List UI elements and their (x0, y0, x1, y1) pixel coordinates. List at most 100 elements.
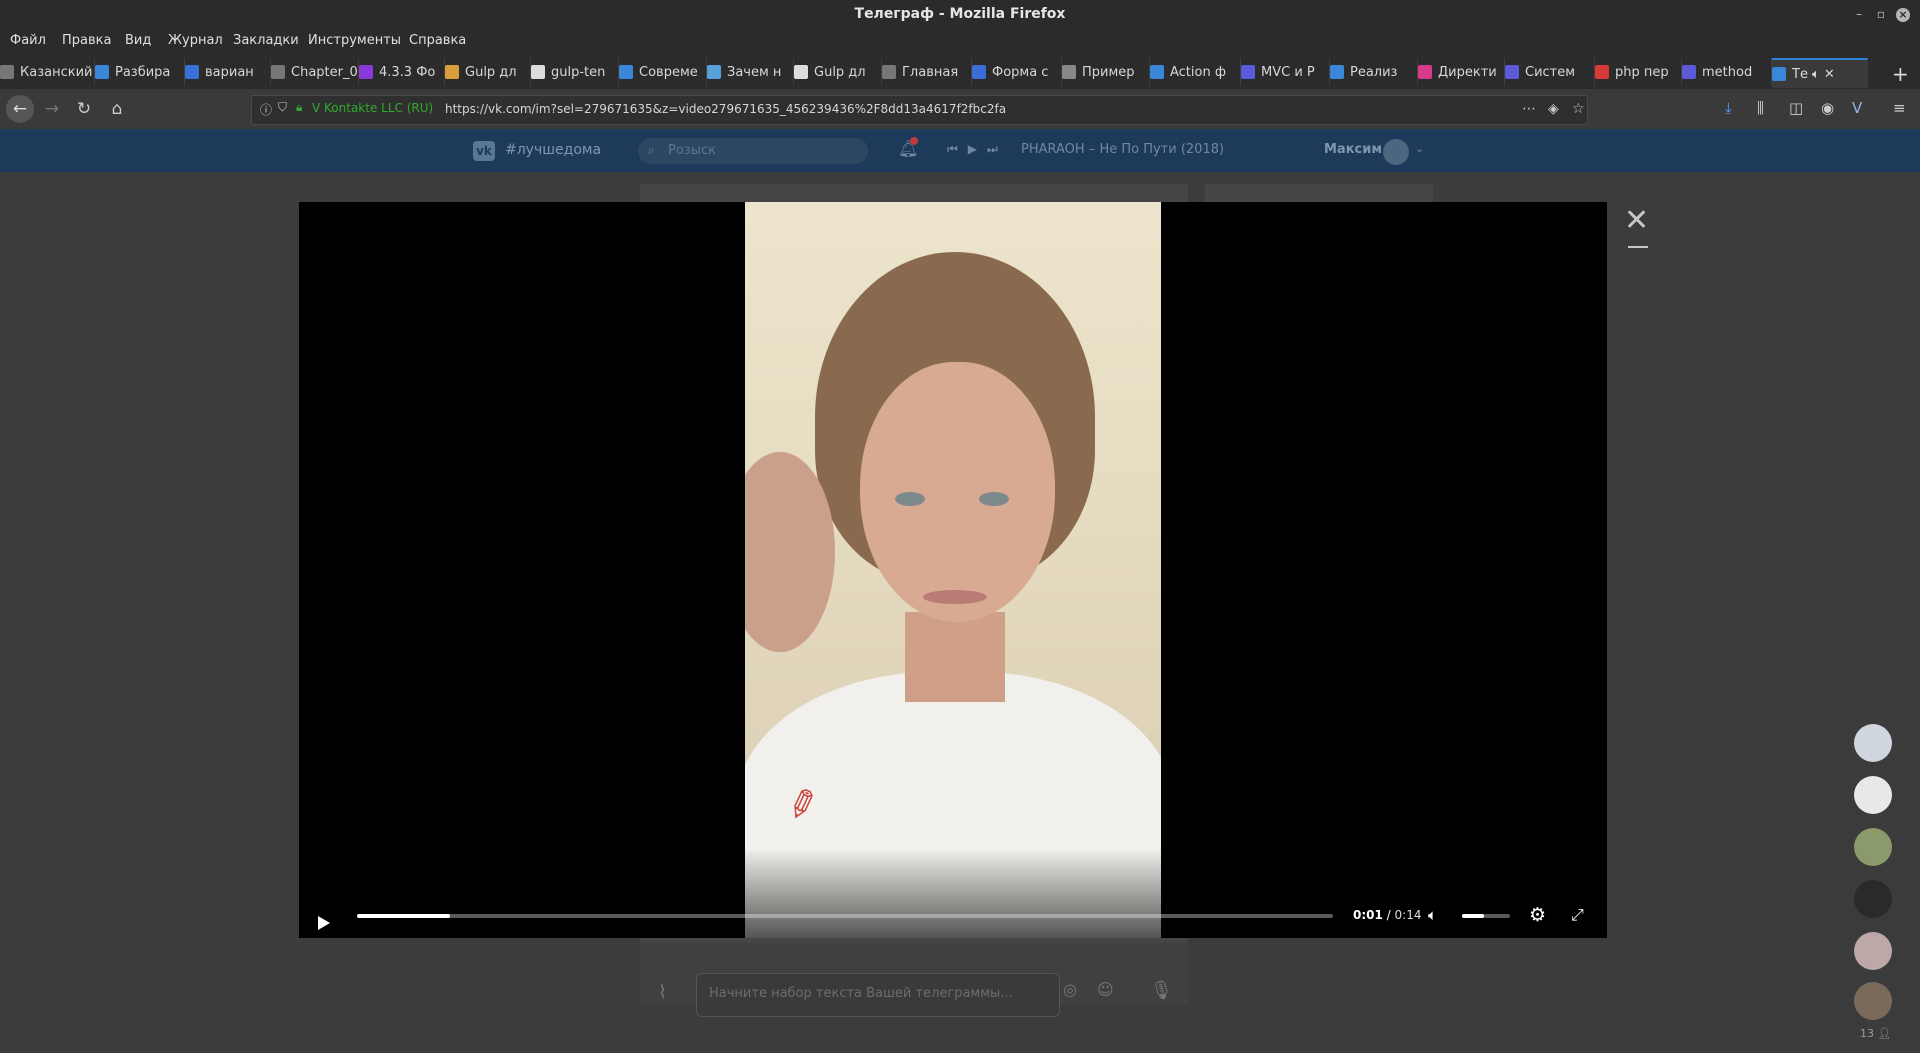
favicon-icon (707, 65, 721, 79)
favicon-icon (1595, 65, 1609, 79)
home-button[interactable]: ⌂ (105, 97, 129, 121)
progress-bar[interactable] (357, 914, 1333, 918)
url-text[interactable]: https://vk.com/im?sel=279671635&z=video2… (445, 102, 1006, 116)
user-avatar[interactable] (1383, 139, 1409, 165)
chat-avatar[interactable] (1854, 828, 1892, 866)
minimize-video-button[interactable] (1628, 246, 1648, 248)
tab-label: Зачем н (727, 64, 782, 80)
tab-label: Форма с (992, 64, 1049, 80)
site-identity[interactable]: V Kontakte LLC (RU) (312, 101, 433, 115)
menu-file[interactable]: Файл (10, 33, 46, 48)
browser-tab[interactable]: Action ф (1150, 58, 1241, 86)
browser-tab[interactable]: Gulp дл (445, 58, 531, 86)
browser-tab[interactable]: 4.3.3 Фо (359, 58, 445, 86)
tab-label: Реализ (1350, 64, 1398, 80)
browser-tab[interactable]: Систем (1505, 58, 1595, 86)
browser-tab[interactable]: php пер (1595, 58, 1682, 86)
browser-tab[interactable]: Разбира (95, 58, 185, 86)
reload-button[interactable]: ↻ (72, 97, 96, 121)
browser-tab[interactable]: method (1682, 58, 1772, 86)
message-input[interactable]: Начните набор текста Вашей телеграммы... (696, 973, 1060, 1017)
back-button[interactable]: ← (6, 95, 34, 123)
current-time: 0:01 (1353, 908, 1383, 922)
maximize-window-button[interactable]: ▫ (1872, 5, 1890, 23)
vk-extension-icon[interactable]: V (1852, 99, 1862, 117)
favicon-icon (445, 65, 459, 79)
menu-history[interactable]: Журнал (168, 33, 223, 48)
browser-tab[interactable]: Зачем н (707, 58, 794, 86)
microphone-icon[interactable]: 🎙︎ (1150, 980, 1173, 1001)
shield-icon[interactable]: ⛉ (278, 100, 287, 115)
browser-tab[interactable]: Казанский ф (0, 58, 95, 86)
attach-icon[interactable]: ⌇ (658, 982, 667, 1003)
browser-tab[interactable]: Совреме (619, 58, 707, 86)
search-placeholder: Розыск (668, 143, 716, 158)
downloads-icon[interactable]: ⤓ (1725, 99, 1732, 117)
favicon-icon (619, 65, 633, 79)
browser-tab[interactable]: Пример (1062, 58, 1150, 86)
vk-logo-icon[interactable]: vk (473, 141, 495, 161)
user-name[interactable]: Максим (1324, 142, 1382, 157)
account-icon[interactable]: ◉ (1821, 99, 1834, 117)
navigation-bar: ← → ↻ ⌂ ⓘ ⛉ 🔒︎ V Kontakte LLC (RU) https… (0, 89, 1920, 129)
tab-active[interactable]: Те 🔈︎ ✕ (1772, 58, 1868, 88)
menu-view[interactable]: Вид (125, 33, 151, 48)
volume-slider[interactable] (1462, 914, 1510, 918)
tab-label: method (1702, 64, 1753, 80)
fullscreen-icon[interactable]: ⤢ (1571, 905, 1584, 925)
vk-search-input[interactable]: ⌕ Розыск (638, 138, 868, 164)
browser-tab[interactable]: Главная (882, 58, 972, 86)
favicon-icon (95, 65, 109, 79)
chat-avatar[interactable] (1854, 932, 1892, 970)
menu-edit[interactable]: Правка (62, 33, 111, 48)
sidebar-icon[interactable]: ◫ (1789, 99, 1803, 117)
minimize-window-button[interactable]: – (1850, 5, 1868, 23)
menu-tools[interactable]: Инструменты (308, 33, 401, 48)
close-window-button[interactable]: × (1894, 5, 1912, 23)
new-tab-button[interactable]: + (1892, 62, 1909, 86)
browser-tab[interactable]: MVC и Р (1241, 58, 1330, 86)
browser-tab[interactable]: Gulp дл (794, 58, 882, 86)
emoji-icon[interactable]: ☺ (1097, 980, 1114, 999)
tab-label: Gulp дл (814, 64, 866, 80)
browser-tab[interactable]: gulp-ten (531, 58, 619, 86)
chevron-down-icon[interactable]: ⌄ (1415, 142, 1424, 155)
menu-bookmarks[interactable]: Закладки (233, 33, 299, 48)
page-actions-icon[interactable]: ⋯ (1522, 101, 1536, 117)
video-player[interactable]: ✎ 0:01 / 0:14 🔈︎ ⚙ ⤢ (299, 202, 1607, 938)
tab-label: 4.3.3 Фо (379, 64, 436, 80)
url-bar[interactable]: ⓘ ⛉ 🔒︎ V Kontakte LLC (RU) https://vk.co… (251, 95, 1588, 125)
info-icon[interactable]: ⓘ (260, 101, 272, 118)
chat-avatar[interactable] (1854, 724, 1892, 762)
browser-tab[interactable]: Реализ (1330, 58, 1418, 86)
chat-avatar[interactable] (1854, 982, 1892, 1020)
tab-label: gulp-ten (551, 64, 606, 80)
vk-brand-text[interactable]: #лучшедома (505, 142, 601, 158)
favicon-icon (1772, 67, 1786, 81)
bookmark-star-icon[interactable]: ☆ (1572, 101, 1585, 117)
time-display: 0:01 / 0:14 (1353, 908, 1422, 922)
hamburger-menu-icon[interactable]: ≡ (1893, 99, 1906, 117)
audio-player-controls[interactable]: ⏮▶⏭ (947, 142, 1008, 157)
forward-button[interactable]: → (40, 97, 64, 121)
chats-count: 13 👤︎ (1860, 1027, 1892, 1040)
play-icon[interactable] (318, 916, 330, 930)
close-icon[interactable]: ✕ (1624, 203, 1649, 238)
chat-avatar[interactable] (1854, 880, 1892, 918)
tab-bar: Казанский ф Разбира вариан Chapter_05 : 4.3.… (0, 56, 1920, 89)
browser-tab[interactable]: Директи (1418, 58, 1505, 86)
browser-tab[interactable]: Форма с (972, 58, 1062, 86)
camera-icon[interactable]: ◎ (1063, 980, 1077, 999)
settings-gear-icon[interactable]: ⚙ (1529, 904, 1546, 926)
tab-close-icon[interactable]: 🔈︎ ✕ (1812, 67, 1835, 82)
current-track[interactable]: PHARAOH – Не По Пути (2018) (1021, 142, 1224, 157)
menu-help[interactable]: Справка (409, 33, 466, 48)
browser-tab[interactable]: вариан (185, 58, 271, 86)
tab-label: Казанский ф (20, 64, 94, 80)
volume-icon[interactable]: 🔈︎ (1428, 906, 1437, 924)
chat-avatar[interactable] (1854, 776, 1892, 814)
library-icon[interactable]: ⫼ (1757, 99, 1764, 117)
browser-tab[interactable]: Chapter_05 : (271, 58, 359, 86)
lock-icon: 🔒︎ (296, 100, 303, 114)
pocket-icon[interactable]: ◈ (1548, 101, 1559, 117)
